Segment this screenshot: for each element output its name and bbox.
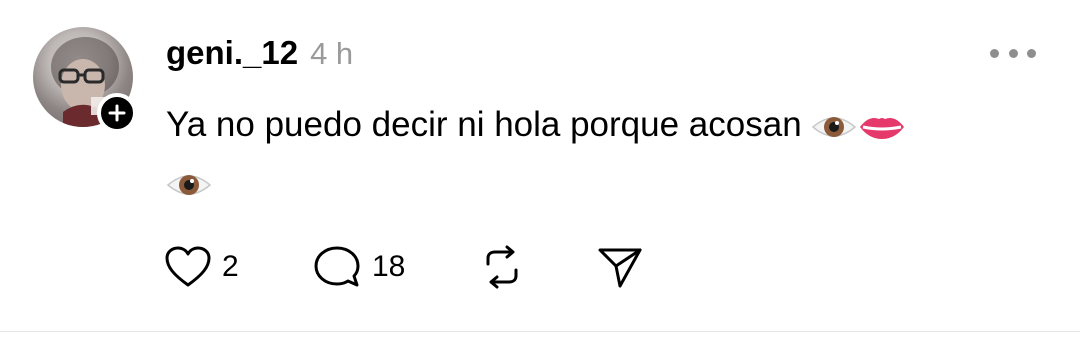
- comment-icon: [314, 246, 360, 287]
- plus-icon: [108, 104, 126, 122]
- post-card: geni._12 4 h Ya no puedo decir ni hola p…: [0, 0, 1080, 338]
- follow-button[interactable]: [97, 93, 137, 133]
- reply-button[interactable]: 18: [312, 244, 405, 290]
- send-icon: [598, 248, 642, 288]
- post-header: geni._12 4 h: [166, 34, 353, 74]
- post-text-line: Ya no puedo decir ni hola porque acosan: [166, 105, 802, 144]
- lips-emoji: [860, 117, 905, 139]
- repost-button[interactable]: [478, 244, 526, 290]
- eye-emoji: [812, 116, 857, 137]
- share-button[interactable]: [596, 244, 644, 290]
- reply-count: 18: [372, 250, 406, 283]
- divider: [0, 331, 1080, 332]
- avatar-wrap: [33, 27, 137, 133]
- like-count: 2: [222, 250, 239, 283]
- heart-icon: [165, 246, 211, 287]
- post-text: Ya no puedo decir ni hola porque acosan: [166, 96, 1036, 212]
- eye-emoji: [166, 174, 212, 195]
- more-horizontal-icon: [990, 48, 999, 58]
- repost-icon: [486, 245, 518, 289]
- like-button[interactable]: 2: [164, 244, 239, 290]
- more-options-button[interactable]: [990, 44, 1036, 62]
- username[interactable]: geni._12: [166, 34, 298, 72]
- post-time: 4 h: [310, 36, 354, 71]
